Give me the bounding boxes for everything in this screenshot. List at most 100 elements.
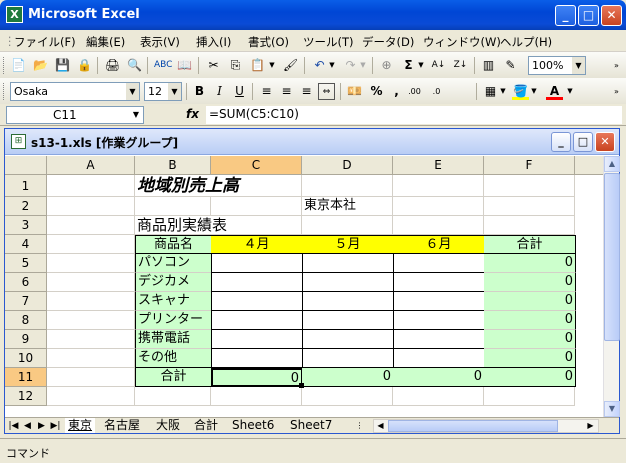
cell-c12[interactable] [211, 387, 302, 406]
cell-b5-product[interactable]: パソコン [135, 254, 212, 273]
menu-data[interactable]: データ(D) [362, 34, 414, 50]
scroll-down-icon[interactable]: ▼ [604, 401, 620, 417]
cell-f7-total[interactable]: 0 [484, 292, 576, 311]
cell-c10[interactable] [211, 349, 303, 368]
format-painter-icon[interactable]: 🖌 [282, 57, 299, 74]
cell-e3[interactable] [393, 216, 484, 235]
cell-f8-total[interactable]: 0 [484, 311, 576, 330]
cell-e5[interactable] [393, 254, 485, 273]
cell-d2-branch[interactable]: 東京本社 [302, 197, 393, 216]
tab-sheet7[interactable]: Sheet7 [287, 418, 335, 433]
borders-dropdown-icon[interactable]: ▼ [499, 83, 507, 100]
print-icon[interactable]: 🖨 [104, 57, 121, 74]
horizontal-scroll-thumb[interactable] [388, 420, 558, 432]
cell-e8[interactable] [393, 311, 485, 330]
print-preview-icon[interactable]: 🔍 [126, 57, 143, 74]
first-sheet-icon[interactable]: |◀ [7, 419, 20, 433]
cell-b8-product[interactable]: プリンター [135, 311, 212, 330]
cell-a1[interactable] [47, 175, 135, 197]
menu-edit[interactable]: 編集(E) [86, 34, 125, 50]
maximize-icon[interactable]: □ [578, 5, 599, 26]
row-header-6[interactable]: 6 [5, 273, 47, 292]
cell-d9[interactable] [302, 330, 394, 349]
cell-b3-subtitle[interactable]: 商品別実績表 [135, 216, 227, 235]
decrease-decimal-icon[interactable]: .0 [428, 83, 445, 100]
column-header-a[interactable]: A [47, 156, 135, 175]
cell-d8[interactable] [302, 311, 394, 330]
fill-color-icon[interactable]: 🪣 [512, 83, 529, 100]
fill-color-dropdown-icon[interactable]: ▼ [530, 83, 538, 100]
cell-d6[interactable] [302, 273, 394, 292]
open-icon[interactable]: 📂 [32, 57, 49, 74]
permission-icon[interactable]: 🔒 [76, 57, 93, 74]
cell-d11-sum[interactable]: 0 [302, 368, 394, 387]
cell-b6-product[interactable]: デジカメ [135, 273, 212, 292]
copy-icon[interactable]: ⎘ [227, 57, 244, 74]
cut-icon[interactable]: ✂ [205, 57, 222, 74]
workbook-close-icon[interactable]: ✕ [595, 132, 615, 152]
last-sheet-icon[interactable]: ▶| [49, 419, 62, 433]
menu-window[interactable]: ウィンドウ(W) [423, 34, 501, 50]
scroll-right-icon[interactable]: ▶ [584, 420, 597, 432]
cell-c9[interactable] [211, 330, 303, 349]
cell-b2[interactable] [135, 197, 211, 216]
column-header-b[interactable]: B [135, 156, 211, 175]
research-icon[interactable]: 📖 [176, 57, 193, 74]
menu-file[interactable]: ファイル(F) [14, 34, 76, 50]
undo-dropdown-icon[interactable]: ▼ [328, 57, 336, 74]
toolbar-grip[interactable] [3, 83, 6, 100]
menu-tools[interactable]: ツール(T) [303, 34, 354, 50]
cell-c7[interactable] [211, 292, 303, 311]
tab-tokyo[interactable]: 東京 [65, 418, 96, 433]
cell-c6[interactable] [211, 273, 303, 292]
scroll-thumb[interactable] [604, 173, 620, 341]
cell-d12[interactable] [302, 387, 393, 406]
cell-a5[interactable] [47, 254, 135, 273]
percent-icon[interactable]: % [368, 83, 385, 100]
align-center-icon[interactable]: ≡ [278, 83, 295, 100]
undo-icon[interactable]: ↶ [311, 57, 328, 74]
cell-e7[interactable] [393, 292, 485, 311]
redo-dropdown-icon[interactable]: ▼ [359, 57, 367, 74]
cell-a11[interactable] [47, 368, 135, 387]
font-color-dropdown-icon[interactable]: ▼ [566, 83, 574, 100]
row-header-1[interactable]: 1 [5, 175, 47, 197]
row-header-2[interactable]: 2 [5, 197, 47, 216]
cell-f4-header-total[interactable]: 合計 [484, 235, 576, 254]
cell-b10-product[interactable]: その他 [135, 349, 212, 368]
cell-f5-total[interactable]: 0 [484, 254, 576, 273]
cell-d1[interactable] [302, 175, 393, 197]
redo-icon[interactable]: ↷ [342, 57, 359, 74]
cell-f2[interactable] [484, 197, 575, 216]
scroll-up-icon[interactable]: ▲ [604, 156, 620, 172]
autosum-dropdown-icon[interactable]: ▼ [417, 57, 425, 74]
cell-a3[interactable] [47, 216, 135, 235]
cell-a8[interactable] [47, 311, 135, 330]
chevron-down-icon[interactable]: ▼ [129, 107, 143, 123]
borders-icon[interactable]: ▦ [482, 83, 499, 100]
cell-d7[interactable] [302, 292, 394, 311]
zoom-combo[interactable]: 100% ▼ [528, 56, 586, 75]
cell-b12[interactable] [135, 387, 211, 406]
sort-descending-icon[interactable]: Z↓ [452, 57, 469, 74]
vertical-scrollbar[interactable]: ▲ ▼ [603, 156, 620, 417]
column-header-c[interactable]: C [211, 156, 302, 175]
cell-a9[interactable] [47, 330, 135, 349]
row-header-4[interactable]: 4 [5, 235, 47, 254]
cell-c4-header-apr[interactable]: ４月 [211, 235, 303, 254]
cell-c2[interactable] [211, 197, 302, 216]
font-size-combo[interactable]: 12 ▼ [144, 82, 182, 101]
cell-b11-total-label[interactable]: 合計 [135, 368, 212, 387]
horizontal-scrollbar[interactable]: ◀ ▶ [373, 419, 599, 433]
cell-b4-header-product[interactable]: 商品名 [135, 235, 212, 254]
prev-sheet-icon[interactable]: ◀ [21, 419, 34, 433]
align-right-icon[interactable]: ≡ [298, 83, 315, 100]
menu-view[interactable]: 表示(V) [140, 34, 180, 50]
tab-total[interactable]: 合計 [191, 418, 221, 433]
cell-d10[interactable] [302, 349, 394, 368]
cell-d4-header-may[interactable]: ５月 [302, 235, 394, 254]
toolbar-options-icon[interactable]: » [608, 83, 625, 100]
column-header-d[interactable]: D [302, 156, 393, 175]
cell-e9[interactable] [393, 330, 485, 349]
sort-ascending-icon[interactable]: A↓ [430, 57, 447, 74]
